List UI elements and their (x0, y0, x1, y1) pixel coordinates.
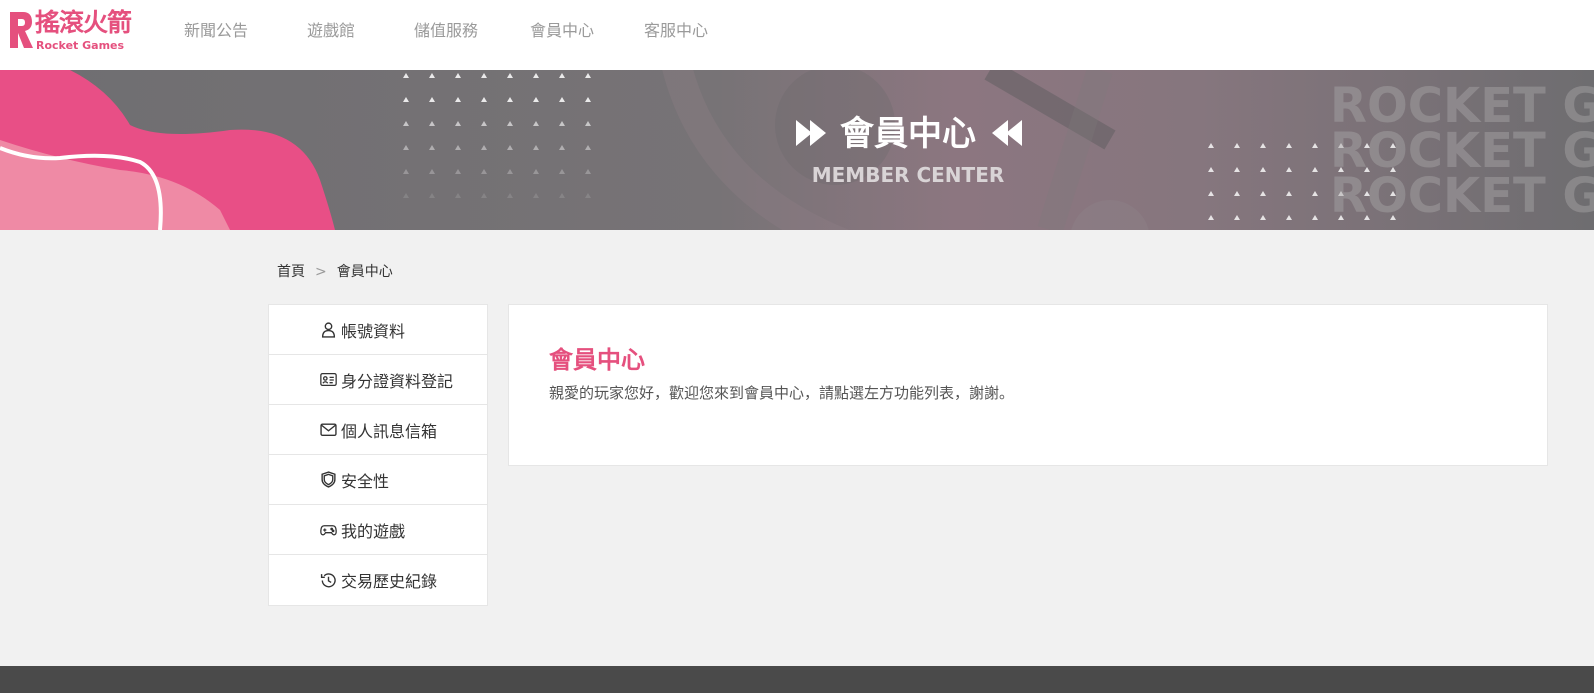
sidebar-item-security[interactable]: 安全性 (269, 455, 487, 505)
nav-news[interactable]: 新聞公告 (184, 20, 248, 42)
breadcrumb-current: 會員中心 (336, 264, 393, 280)
sidebar-item-inbox[interactable]: 個人訊息信箱 (269, 405, 487, 455)
nav-topup[interactable]: 儲值服務 (414, 20, 478, 42)
sidebar-item-label: 交易歷史紀錄 (341, 572, 438, 591)
site-footer (0, 666, 1594, 693)
gamepad-icon (319, 521, 337, 539)
id-card-icon (319, 371, 337, 389)
content-title: 會員中心 (549, 346, 645, 374)
sidebar-item-label: 帳號資料 (341, 321, 406, 341)
user-icon (319, 321, 337, 339)
member-sidebar: 帳號資料 身分證資料登記 個人訊息信箱 安全性 我的遊戲 交易歷史紀錄 (268, 304, 488, 606)
logo-r-icon (10, 12, 33, 48)
logo-chinese-text: 搖滾火箭 (35, 8, 132, 37)
sidebar-item-label: 身分證資料登記 (341, 371, 454, 391)
sidebar-item-label: 我的遊戲 (341, 521, 406, 541)
sidebar-item-label: 個人訊息信箱 (341, 421, 438, 441)
sidebar-item-id-registration[interactable]: 身分證資料登記 (269, 355, 487, 405)
site-header: 搖滾火箭 Rocket Games 新聞公告 遊戲館 儲值服務 會員中心 客服中… (0, 0, 1594, 70)
sidebar-item-transaction-history[interactable]: 交易歷史紀錄 (269, 555, 487, 605)
sidebar-item-my-games[interactable]: 我的遊戲 (269, 505, 487, 555)
nav-support[interactable]: 客服中心 (644, 20, 708, 42)
sidebar-item-label: 安全性 (341, 471, 390, 491)
envelope-icon (319, 421, 337, 439)
nav-games[interactable]: 遊戲館 (307, 20, 355, 42)
breadcrumb-separator: > (315, 264, 327, 280)
logo-english-text: Rocket Games (36, 39, 125, 52)
triangle-pattern-left (403, 73, 591, 198)
rocket-watermark: ROCKET G ROCKET G ROCKET G (1330, 78, 1594, 224)
member-welcome-card: 會員中心 親愛的玩家您好，歡迎您來到會員中心，請點選左方功能列表，謝謝。 (508, 304, 1548, 466)
welcome-message: 親愛的玩家您好，歡迎您來到會員中心，請點選左方功能列表，謝謝。 (549, 384, 1015, 402)
nav-member[interactable]: 會員中心 (530, 20, 594, 42)
svg-text:ROCKET G: ROCKET G (1330, 168, 1594, 224)
banner-subtitle: MEMBER CENTER (811, 163, 1005, 187)
breadcrumb: 首頁 > 會員中心 (277, 262, 393, 282)
banner-background: ROCKET G ROCKET G ROCKET G (0, 70, 1594, 230)
shield-icon (319, 471, 337, 489)
site-logo[interactable]: 搖滾火箭 Rocket Games (8, 8, 132, 54)
sidebar-item-account[interactable]: 帳號資料 (269, 305, 487, 355)
page-banner: ROCKET G ROCKET G ROCKET G 會員中心 MEMBER C… (0, 70, 1594, 230)
history-icon (319, 571, 337, 589)
breadcrumb-home-link[interactable]: 首頁 (277, 264, 305, 280)
banner-title: 會員中心 (840, 114, 976, 154)
rewind-icon (992, 120, 1022, 146)
fast-forward-icon (796, 120, 826, 146)
